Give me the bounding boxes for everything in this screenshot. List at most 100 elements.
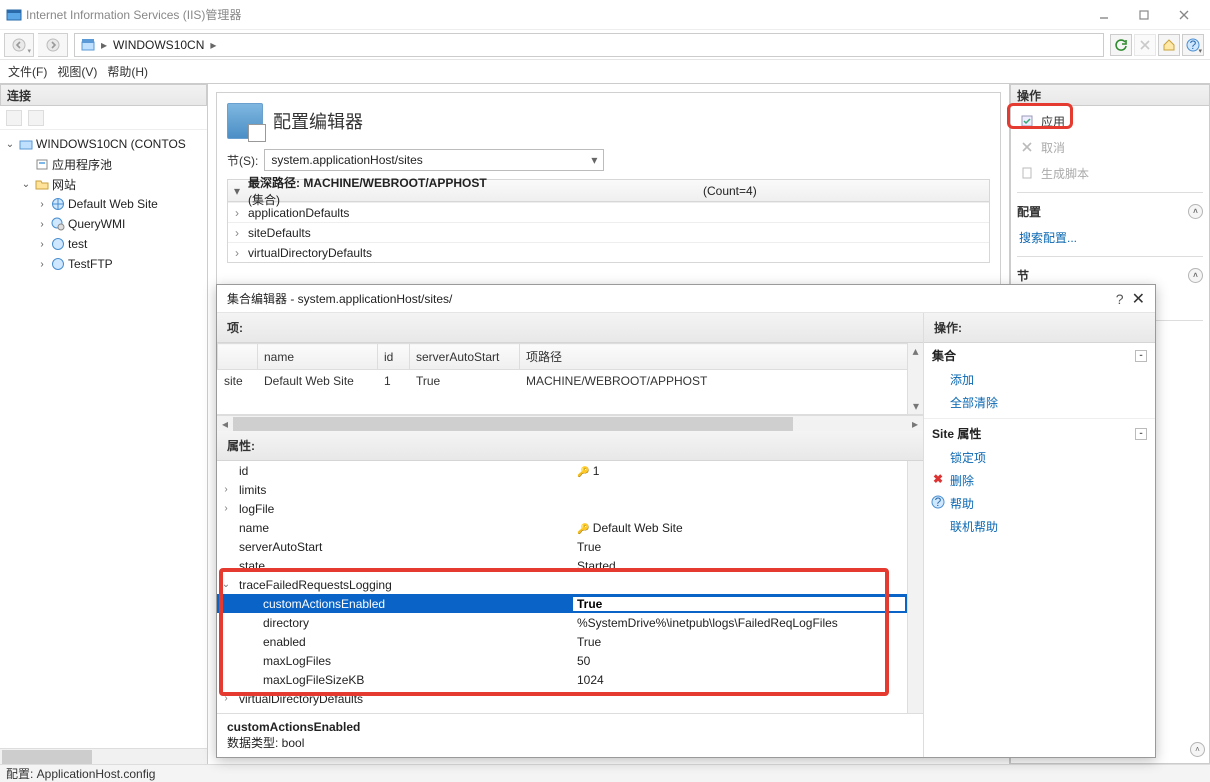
tree-site[interactable]: Default Web Site bbox=[68, 197, 158, 211]
config-editor-icon bbox=[227, 103, 263, 139]
collapse-box-icon[interactable]: - bbox=[1135, 428, 1147, 440]
action-clear-all[interactable]: 全部清除 bbox=[924, 391, 1155, 414]
action-search-config[interactable]: 搜索配置... bbox=[1017, 226, 1203, 248]
page-title: 配置编辑器 bbox=[273, 108, 363, 134]
section-label: 节(S): bbox=[227, 152, 258, 169]
actions-config-header: 配置 bbox=[1017, 203, 1041, 220]
actions-header: 操作 bbox=[1010, 84, 1210, 106]
menu-view[interactable]: 视图(V) bbox=[57, 63, 97, 80]
tree-sites[interactable]: 网站 bbox=[52, 176, 76, 193]
property-description: customActionsEnabled 数据类型: bool bbox=[217, 713, 923, 757]
maximize-button[interactable] bbox=[1124, 5, 1164, 25]
key-icon: 🔑 bbox=[577, 467, 589, 478]
tree-root[interactable]: WINDOWS10CN (CONTOS bbox=[36, 137, 186, 151]
collapse-icon[interactable]: ˄ bbox=[1190, 742, 1205, 757]
apppool-icon bbox=[34, 156, 50, 172]
footer-prop-type: 数据类型: bool bbox=[227, 734, 913, 751]
items-table[interactable]: name id serverAutoStart 项路径 site Default… bbox=[217, 343, 923, 392]
col-id[interactable]: id bbox=[378, 344, 410, 370]
properties-grid[interactable]: id🔑 1 ›limits ›logFile name🔑 Default Web… bbox=[217, 461, 923, 713]
menu-help[interactable]: 帮助(H) bbox=[107, 63, 148, 80]
svg-text:?: ? bbox=[935, 495, 942, 509]
apply-icon bbox=[1019, 113, 1035, 129]
stop-button[interactable] bbox=[1134, 34, 1156, 56]
breadcrumb-host[interactable]: WINDOWS10CN bbox=[113, 38, 204, 52]
col-blank[interactable] bbox=[218, 344, 258, 370]
grid-row[interactable]: virtualDirectoryDefaults bbox=[246, 246, 546, 260]
action-cancel[interactable]: 取消 bbox=[1017, 136, 1203, 158]
forward-button[interactable] bbox=[38, 33, 68, 57]
grid-row[interactable]: applicationDefaults bbox=[246, 206, 546, 220]
status-bar: 配置: ApplicationHost.config bbox=[0, 764, 1210, 782]
cancel-icon bbox=[1019, 139, 1035, 155]
items-row[interactable]: site Default Web Site 1 True MACHINE/WEB… bbox=[218, 370, 923, 393]
refresh-button[interactable] bbox=[1110, 34, 1132, 56]
grid-row[interactable]: siteDefaults bbox=[246, 226, 546, 240]
tree-site[interactable]: TestFTP bbox=[68, 257, 113, 271]
window-title: Internet Information Services (IIS)管理器 bbox=[22, 6, 1084, 23]
collection-editor-dialog: 集合编辑器 - system.applicationHost/sites/ ? … bbox=[216, 284, 1156, 758]
server-icon bbox=[81, 38, 95, 52]
globe-icon bbox=[50, 256, 66, 272]
group-collection: 集合 bbox=[932, 347, 956, 364]
toolbar-button-1[interactable] bbox=[6, 110, 22, 126]
section-value: system.applicationHost/sites bbox=[271, 153, 422, 167]
help-button[interactable]: ?▾ bbox=[1182, 34, 1204, 56]
home-button[interactable] bbox=[1158, 34, 1180, 56]
help-icon: ? bbox=[930, 494, 946, 510]
properties-header: 属性: bbox=[217, 431, 923, 461]
section-combobox[interactable]: system.applicationHost/sites ▾ bbox=[264, 149, 604, 171]
toolbar-button-2[interactable] bbox=[28, 110, 44, 126]
tree-site[interactable]: QueryWMI bbox=[68, 217, 125, 231]
globe-gear-icon bbox=[50, 216, 66, 232]
grid-header-left: 最深路径: MACHINE/WEBROOT/APPHOST bbox=[248, 174, 699, 191]
tree-h-scrollbar[interactable] bbox=[0, 748, 207, 764]
col-autostart[interactable]: serverAutoStart bbox=[410, 344, 520, 370]
items-v-scrollbar[interactable]: ▴▾ bbox=[907, 343, 923, 414]
navigation-bar: ▾ ▸ WINDOWS10CN ▸ ?▾ bbox=[0, 30, 1210, 60]
app-icon bbox=[6, 7, 22, 23]
col-path[interactable]: 项路径 bbox=[520, 344, 923, 370]
action-add[interactable]: 添加 bbox=[924, 368, 1155, 391]
tree-apppools[interactable]: 应用程序池 bbox=[52, 156, 112, 173]
close-button[interactable] bbox=[1164, 5, 1204, 25]
folder-icon bbox=[34, 176, 50, 192]
globe-icon bbox=[50, 196, 66, 212]
svg-text:?: ? bbox=[1190, 38, 1197, 52]
dialog-titlebar[interactable]: 集合编辑器 - system.applicationHost/sites/ ? … bbox=[217, 285, 1155, 313]
dialog-help-button[interactable]: ? bbox=[1116, 291, 1124, 307]
prop-row-selected[interactable]: customActionsEnabledTrue bbox=[217, 594, 923, 613]
config-grid[interactable]: ▾最深路径: MACHINE/WEBROOT/APPHOST(集合)(Count… bbox=[227, 179, 990, 263]
action-help[interactable]: ?帮助 bbox=[924, 492, 1155, 515]
actions-section-header: 节 bbox=[1017, 267, 1029, 284]
props-v-scrollbar[interactable] bbox=[907, 461, 923, 713]
menu-file[interactable]: 文件(F) bbox=[8, 63, 47, 80]
action-gen-script[interactable]: 生成脚本 bbox=[1017, 162, 1203, 184]
menu-bar: 文件(F) 视图(V) 帮助(H) bbox=[0, 60, 1210, 84]
items-h-scrollbar[interactable]: ◂▸ bbox=[217, 415, 923, 431]
dialog-actions-pane: 操作: 集合- 添加 全部清除 Site 属性- 锁定项 ✖删除 ?帮助 联机帮… bbox=[923, 313, 1155, 757]
col-name[interactable]: name bbox=[258, 344, 378, 370]
crumb-sep-icon: ▸ bbox=[101, 38, 107, 52]
crumb-sep-icon: ▸ bbox=[210, 38, 216, 52]
collapse-icon[interactable]: ˄ bbox=[1188, 204, 1203, 219]
connections-tree[interactable]: ⌄WINDOWS10CN (CONTOS 应用程序池 ⌄网站 ›Default … bbox=[0, 130, 207, 764]
connections-header: 连接 bbox=[0, 84, 207, 106]
items-header: 项: bbox=[217, 313, 923, 343]
script-icon bbox=[1019, 165, 1035, 181]
chevron-down-icon: ▾ bbox=[591, 153, 597, 167]
minimize-button[interactable] bbox=[1084, 5, 1124, 25]
collapse-box-icon[interactable]: - bbox=[1135, 350, 1147, 362]
grid-header-right: (Count=4) bbox=[699, 184, 989, 198]
action-delete[interactable]: ✖删除 bbox=[924, 469, 1155, 492]
dialog-close-button[interactable]: ✕ bbox=[1132, 289, 1145, 309]
action-apply[interactable]: 应用 bbox=[1017, 110, 1203, 132]
tree-site[interactable]: test bbox=[68, 237, 87, 251]
action-online-help[interactable]: 联机帮助 bbox=[924, 515, 1155, 538]
collapse-icon[interactable]: ˄ bbox=[1188, 268, 1203, 283]
delete-icon: ✖ bbox=[930, 471, 946, 487]
action-lock-item[interactable]: 锁定项 bbox=[924, 446, 1155, 469]
back-button[interactable]: ▾ bbox=[4, 33, 34, 57]
breadcrumb-bar[interactable]: ▸ WINDOWS10CN ▸ bbox=[74, 33, 1104, 57]
dialog-actions-header: 操作: bbox=[924, 313, 1155, 343]
